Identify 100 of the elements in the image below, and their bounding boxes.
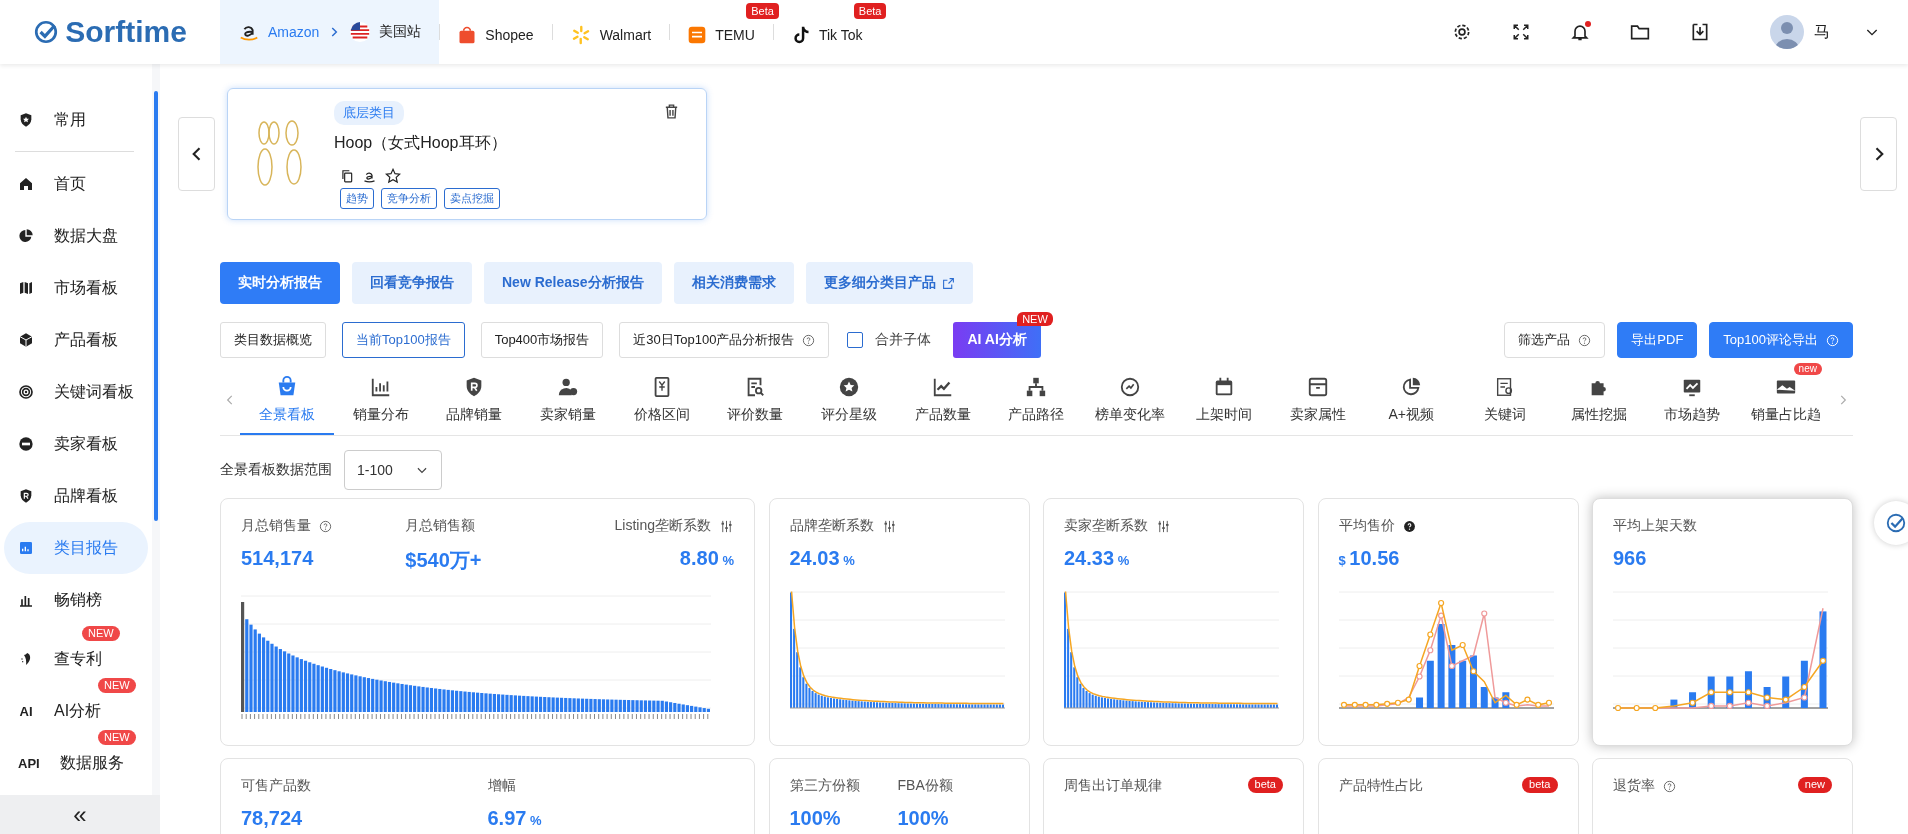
report-button[interactable]: 更多细分类目产品 — [805, 262, 973, 304]
view-tab[interactable]: 品牌销量 — [427, 376, 522, 435]
platform-tab[interactable]: Walmart — [551, 22, 670, 48]
data-point — [1801, 683, 1808, 691]
category-card[interactable]: 底层类目 Hoop（女式Hoop耳环） 趋势 竞争分析 卖点挖掘 — [227, 88, 707, 220]
view-tab[interactable]: 榜单变化率 — [1083, 376, 1178, 435]
home-icon — [18, 176, 34, 192]
card-badge: beta — [1247, 777, 1283, 793]
sliders-icon[interactable] — [719, 518, 734, 534]
report-button[interactable]: 实时分析报告 — [220, 262, 340, 304]
floating-button[interactable] — [1874, 501, 1908, 545]
sidebar-item[interactable]: 畅销榜 — [4, 574, 148, 626]
shield-icon — [18, 488, 34, 504]
sidebar-item[interactable]: 卖家看板 — [4, 418, 148, 470]
data-point — [1726, 689, 1733, 696]
sidebar-item[interactable]: 查专利 — [4, 640, 148, 678]
sidebar-item[interactable]: 类目报告 — [4, 522, 148, 574]
category-link[interactable]: 趋势 — [340, 188, 374, 209]
sidebar-item[interactable]: API 数据服务 — [4, 744, 148, 782]
category-link[interactable]: 竞争分析 — [381, 188, 437, 209]
view-tab-label: 属性挖掘 — [1570, 406, 1627, 424]
platform-label: Walmart — [599, 27, 652, 43]
data-point — [1782, 696, 1789, 703]
folder-icon[interactable] — [1630, 22, 1650, 42]
view-tab[interactable]: 卖家属性 — [1270, 376, 1365, 435]
sidebar-item[interactable]: 产品看板 — [4, 314, 148, 366]
sliders-icon[interactable] — [1156, 518, 1171, 534]
avatar[interactable] — [1770, 15, 1804, 49]
view-tab[interactable]: 关键词 — [1458, 376, 1552, 435]
bell-icon[interactable] — [1570, 22, 1590, 42]
sidebar-item[interactable]: AI AI分析 — [4, 692, 148, 730]
metric-value: $540万+ — [405, 548, 483, 573]
sidebar-item[interactable]: 首页 — [4, 158, 148, 210]
toolbar-button[interactable]: 筛选产品 — [1504, 322, 1606, 358]
report-button[interactable]: 相关消费需求 — [673, 262, 794, 304]
sidebar-item[interactable]: 品牌看板 — [4, 470, 148, 522]
scrollbar[interactable] — [154, 91, 158, 521]
view-tab[interactable]: 销量占比趋 — [1739, 376, 1833, 435]
data-point — [1415, 673, 1423, 680]
new-badge: NEW — [1017, 312, 1053, 326]
view-tab[interactable]: 评分星级 — [802, 376, 896, 435]
report-tab[interactable]: 当前Top100报告 — [342, 322, 465, 358]
settings-icon[interactable] — [1452, 22, 1472, 42]
view-tab[interactable]: 产品数量 — [895, 376, 990, 435]
beta-badge: Beta — [853, 3, 887, 19]
platform-tab[interactable]: Tik Tok — [772, 22, 881, 48]
sidebar-item[interactable]: 数据大盘 — [4, 210, 148, 262]
download-icon[interactable] — [1690, 22, 1710, 42]
star-icon[interactable] — [385, 168, 401, 184]
view-tab[interactable]: 上架时间 — [1177, 376, 1271, 435]
report-button[interactable]: 回看竞争报告 — [352, 262, 472, 304]
view-tab-label: 卖家属性 — [1289, 406, 1346, 424]
sidebar-item[interactable]: 关键词看板 — [4, 366, 148, 418]
category-link[interactable]: 卖点挖掘 — [444, 188, 500, 209]
platform-tab[interactable]: Amazon 美国站 — [220, 0, 440, 64]
view-tab[interactable]: A+视频 — [1364, 376, 1459, 435]
fullscreen-icon[interactable] — [1512, 23, 1530, 41]
target-icon — [18, 384, 34, 400]
checkbox[interactable] — [847, 332, 864, 348]
trash-icon[interactable] — [663, 103, 680, 120]
view-tab[interactable]: 价格区间 — [614, 376, 709, 435]
metric-label: FBA份额 — [897, 777, 953, 795]
view-tab[interactable]: 市场趋势 — [1645, 376, 1740, 435]
report-tab[interactable]: Top400市场报告 — [480, 322, 604, 358]
sidebar-label: 市场看板 — [54, 277, 118, 298]
copy-icon[interactable] — [340, 169, 354, 183]
sidebar-item[interactable]: 常用 — [4, 94, 148, 146]
view-tab[interactable]: 销量分布 — [333, 376, 428, 435]
data-point — [1394, 699, 1401, 706]
toolbar-button[interactable]: Top100评论导出 — [1709, 322, 1853, 358]
platform-tab[interactable]: TEMU — [669, 22, 773, 48]
metric-value: 78,724 — [241, 807, 304, 830]
sidebar-label: 卖家看板 — [54, 433, 118, 454]
view-tab-label: 价格区间 — [633, 406, 690, 424]
toolbar-button[interactable]: 导出PDF — [1617, 322, 1698, 358]
report-button[interactable]: New Release分析报告 — [484, 262, 662, 304]
view-tab[interactable]: 全景看板 — [240, 376, 334, 435]
data-point — [1372, 701, 1379, 708]
data-point — [1614, 704, 1622, 712]
data-point — [1405, 696, 1412, 703]
view-tab-label: 产品数量 — [914, 406, 971, 424]
bar — [1458, 660, 1466, 708]
ai-analysis-button[interactable]: AI AI分析 — [953, 322, 1041, 358]
metric-value: 514,174 — [241, 547, 315, 570]
sidebar-label: 数据服务 — [59, 752, 124, 773]
bar — [1415, 697, 1423, 708]
metric-label: 增幅 — [487, 777, 516, 795]
report-tab[interactable]: 近30日Top100产品分析报告 — [619, 322, 830, 358]
view-tab[interactable]: 评价数量 — [708, 376, 803, 435]
view-tab[interactable]: 产品路径 — [989, 376, 1084, 435]
platform-tab[interactable]: Shopee — [439, 22, 552, 48]
metric-label: 品牌垄断系数 — [789, 517, 874, 535]
range-dropdown[interactable]: 1-100 — [344, 450, 442, 490]
card-badge: new — [1797, 777, 1832, 793]
platform-label: TEMU — [715, 27, 755, 43]
view-tab[interactable]: 卖家销量 — [521, 376, 615, 435]
collapse-button[interactable]: « — [0, 795, 160, 834]
view-tab[interactable]: 属性挖掘 — [1551, 376, 1646, 435]
sidebar-item[interactable]: 市场看板 — [4, 262, 148, 314]
report-tab[interactable]: 类目数据概览 — [220, 322, 326, 358]
